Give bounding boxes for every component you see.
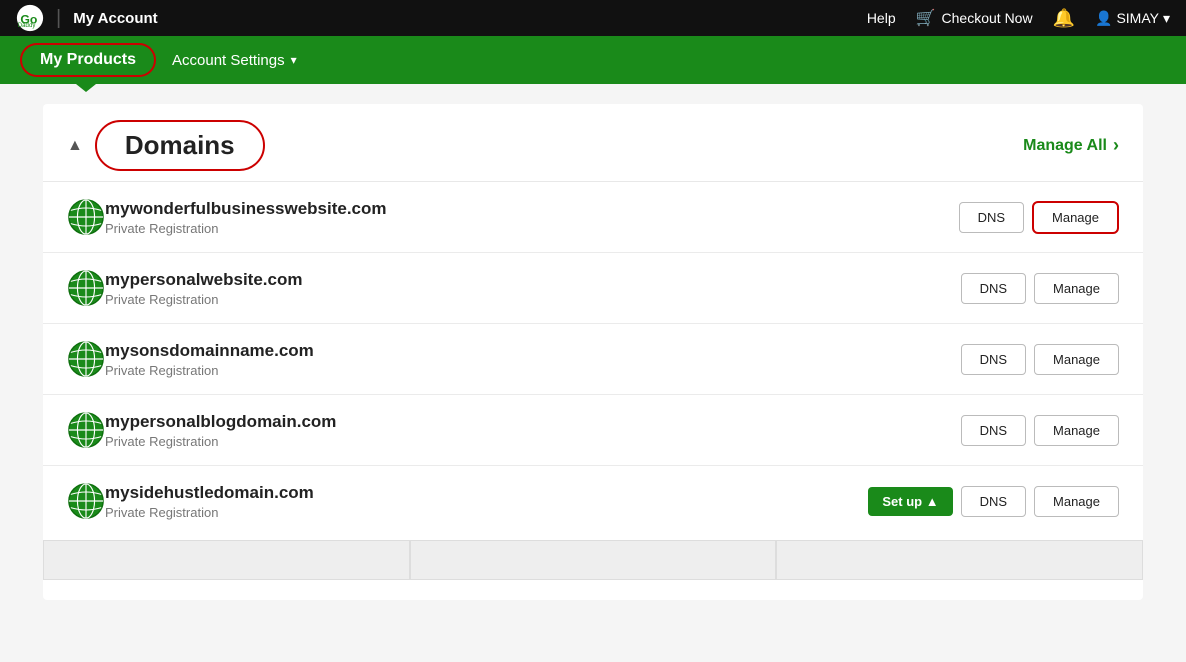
domain-info: mywonderfulbusinesswebsite.com Private Re…: [105, 199, 959, 236]
domain-info: mysonsdomainname.com Private Registration: [105, 341, 961, 378]
domain-row: mywonderfulbusinesswebsite.com Private Re…: [43, 182, 1143, 253]
bell-icon[interactable]: 🔔: [1053, 8, 1075, 29]
setup-button[interactable]: Set up ▲: [868, 487, 952, 516]
globe-icon: [67, 482, 105, 520]
domain-subtitle: Private Registration: [105, 292, 961, 307]
manage-button[interactable]: Manage: [1034, 344, 1119, 375]
user-menu[interactable]: 👤 SIMAY ▾: [1095, 10, 1170, 27]
domain-subtitle: Private Registration: [105, 434, 961, 449]
globe-icon: [67, 269, 105, 307]
domain-info: mypersonalblogdomain.com Private Registra…: [105, 412, 961, 449]
top-navigation: Go Daddy | My Account Help 🛒 Checkout No…: [0, 0, 1186, 36]
manage-all-label: Manage All: [1023, 137, 1107, 155]
manage-button[interactable]: Manage: [1034, 273, 1119, 304]
dns-button[interactable]: DNS: [961, 486, 1026, 517]
domain-name: mywonderfulbusinesswebsite.com: [105, 199, 959, 219]
domain-subtitle: Private Registration: [105, 363, 961, 378]
domains-title: Domains: [125, 130, 235, 160]
domain-subtitle: Private Registration: [105, 221, 959, 236]
domain-name: mypersonalblogdomain.com: [105, 412, 961, 432]
domain-list: mywonderfulbusinesswebsite.com Private Re…: [43, 182, 1143, 536]
user-icon: 👤: [1095, 10, 1112, 27]
domains-section-header: ▲ Domains Manage All ›: [43, 104, 1143, 182]
nav-divider: |: [56, 7, 61, 30]
top-nav-right: Help 🛒 Checkout Now 🔔 👤 SIMAY ▾: [867, 8, 1170, 29]
help-link[interactable]: Help: [867, 10, 896, 26]
my-account-link[interactable]: My Account: [73, 10, 157, 27]
bottom-cell-3: [776, 540, 1143, 580]
dns-button[interactable]: DNS: [961, 273, 1026, 304]
main-content: ▲ Domains Manage All › mywonderfulbusine…: [43, 104, 1143, 600]
domain-actions: DNS Manage: [961, 273, 1119, 304]
my-products-button[interactable]: My Products: [20, 43, 156, 77]
dns-button[interactable]: DNS: [961, 344, 1026, 375]
godaddy-logo: Go Daddy: [16, 4, 44, 32]
bottom-partial-rows: [43, 540, 1143, 580]
domain-name: mypersonalwebsite.com: [105, 270, 961, 290]
domain-info: mysidehustledomain.com Private Registrati…: [105, 483, 868, 520]
checkout-link[interactable]: 🛒 Checkout Now: [916, 8, 1033, 28]
domain-actions: DNS Manage: [961, 415, 1119, 446]
globe-icon: [67, 411, 105, 449]
manage-all-arrow-icon: ›: [1113, 135, 1119, 156]
globe-icon: [67, 340, 105, 378]
manage-button[interactable]: Manage: [1034, 415, 1119, 446]
dns-button[interactable]: DNS: [959, 202, 1024, 233]
domain-info: mypersonalwebsite.com Private Registratio…: [105, 270, 961, 307]
bottom-cell-2: [410, 540, 777, 580]
domain-actions: Set up ▲ DNS Manage: [868, 486, 1119, 517]
user-label: SIMAY: [1116, 10, 1159, 26]
domain-row: mypersonalwebsite.com Private Registratio…: [43, 253, 1143, 324]
domain-subtitle: Private Registration: [105, 505, 868, 520]
user-chevron-icon: ▾: [1163, 10, 1170, 27]
domains-title-wrap: Domains: [95, 120, 265, 171]
domain-name: mysidehustledomain.com: [105, 483, 868, 503]
section-header-left: ▲ Domains: [67, 120, 265, 171]
top-nav-left: Go Daddy | My Account: [16, 4, 158, 32]
manage-all-link[interactable]: Manage All ›: [1023, 135, 1119, 156]
manage-button[interactable]: Manage: [1034, 486, 1119, 517]
cart-icon: 🛒: [916, 8, 936, 28]
domain-row: mysonsdomainname.com Private Registration…: [43, 324, 1143, 395]
globe-icon: [67, 198, 105, 236]
account-settings-button[interactable]: Account Settings ▾: [156, 46, 313, 75]
collapse-arrow-icon[interactable]: ▲: [67, 137, 83, 155]
domain-actions: DNS Manage: [959, 201, 1119, 234]
account-settings-label: Account Settings: [172, 52, 285, 69]
svg-text:Daddy: Daddy: [18, 22, 37, 29]
checkout-label: Checkout Now: [942, 10, 1033, 26]
domain-actions: DNS Manage: [961, 344, 1119, 375]
domain-name: mysonsdomainname.com: [105, 341, 961, 361]
godaddy-logo-icon: Go Daddy: [16, 4, 44, 32]
domain-row: mysidehustledomain.com Private Registrati…: [43, 466, 1143, 536]
domain-row: mypersonalblogdomain.com Private Registra…: [43, 395, 1143, 466]
green-navigation: My Products Account Settings ▾: [0, 36, 1186, 84]
bottom-cell-1: [43, 540, 410, 580]
dns-button[interactable]: DNS: [961, 415, 1026, 446]
account-settings-chevron-icon: ▾: [291, 53, 297, 67]
manage-button[interactable]: Manage: [1032, 201, 1119, 234]
